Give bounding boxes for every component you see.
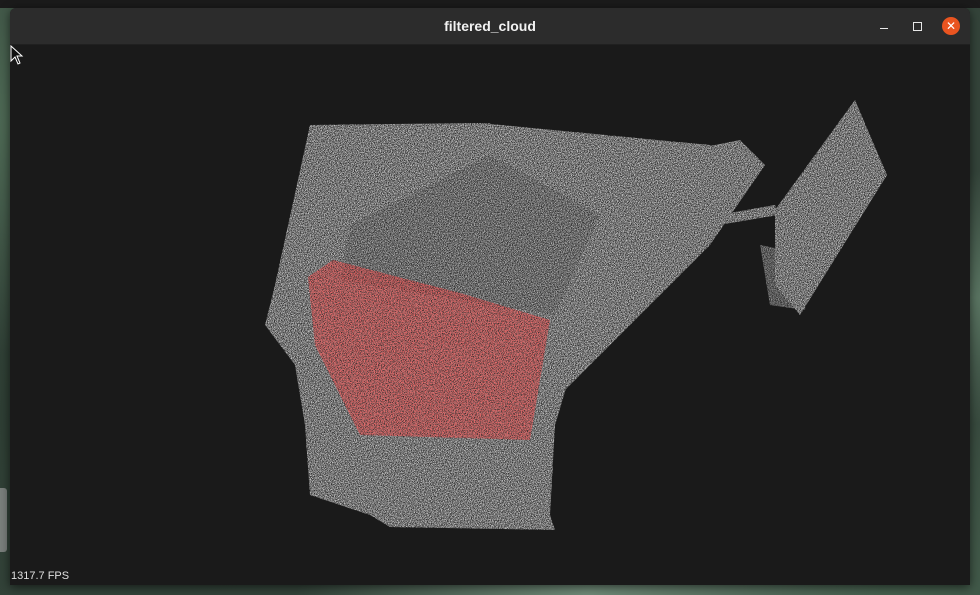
viewer-window[interactable]: filtered_cloud ✕ 1317.7 FPS — [10, 8, 970, 585]
point-cloud-viewport[interactable]: 1317.7 FPS — [10, 45, 970, 585]
cloud-scatter — [760, 245, 810, 310]
cloud-bottom-lip — [370, 515, 555, 530]
window-title: filtered_cloud — [444, 18, 536, 34]
title-bar[interactable]: filtered_cloud ✕ — [10, 8, 970, 45]
dock-edge[interactable] — [0, 488, 7, 552]
mouse-cursor-icon — [10, 45, 24, 65]
maximize-button[interactable] — [908, 17, 926, 35]
top-panel — [0, 0, 980, 8]
point-cloud-canvas[interactable] — [10, 45, 970, 585]
maximize-icon — [912, 22, 922, 31]
minimize-icon — [880, 28, 888, 29]
close-button[interactable]: ✕ — [942, 17, 960, 35]
fps-counter: 1317.7 FPS — [11, 570, 70, 582]
minimize-button[interactable] — [875, 17, 893, 35]
close-icon: ✕ — [945, 19, 957, 33]
